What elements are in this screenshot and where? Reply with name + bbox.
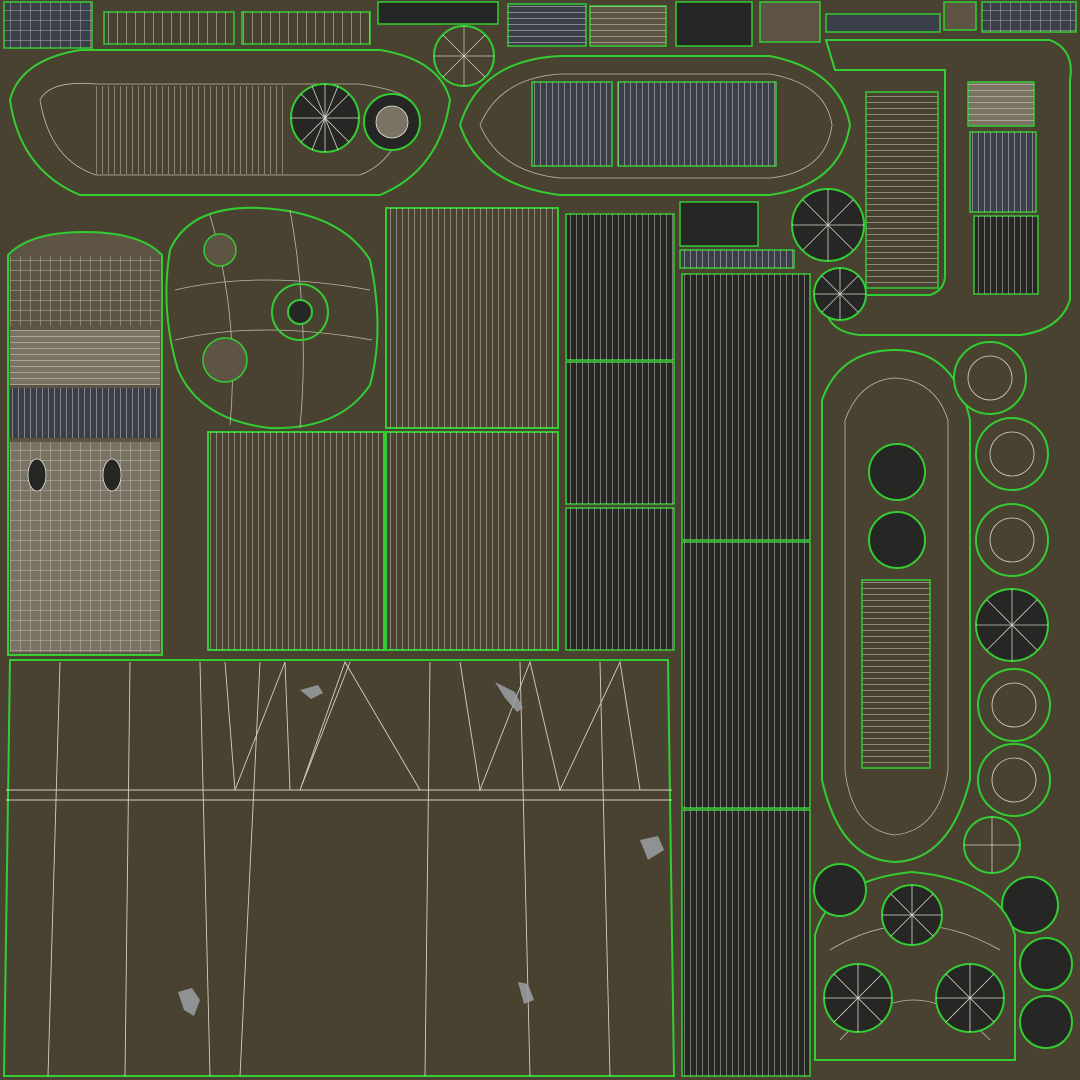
uv-island-tail-plate — [821, 348, 971, 864]
uv-island-hull-side — [2, 659, 676, 1077]
uv-island-hull-plate-b — [207, 431, 385, 651]
uv-island-turret-left — [7, 230, 163, 656]
uv-island-blister — [165, 206, 379, 430]
uv-layout-viewport — [0, 0, 1080, 1080]
uv-island-nacelle-bottom — [681, 809, 811, 1077]
uv-island-float-left — [8, 49, 452, 196]
uv-island-hull-plate-a — [385, 207, 559, 429]
uv-island-fuel-tank-top — [679, 201, 811, 809]
uv-texture-map — [0, 0, 1080, 1080]
uv-island-hull-plate-c — [385, 431, 559, 651]
uv-island-engine-cluster — [813, 863, 1016, 1061]
uv-island-fuel-tank-side — [565, 213, 675, 651]
